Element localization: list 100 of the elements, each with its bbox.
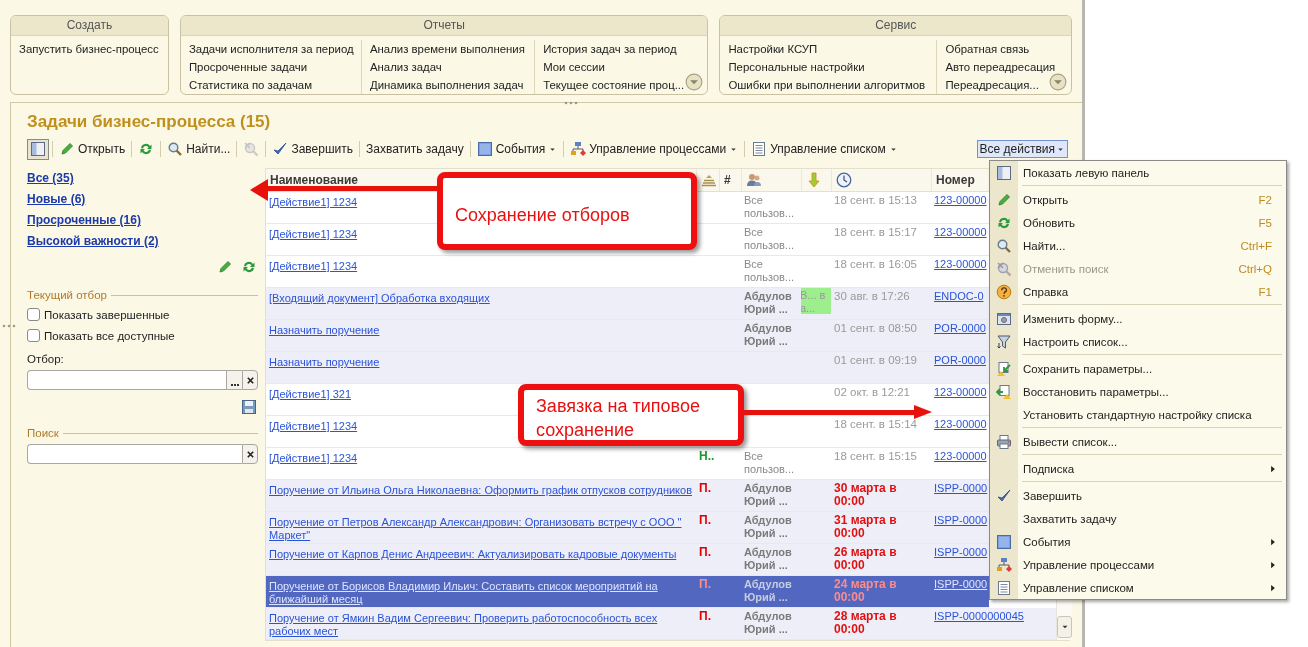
task-link[interactable]: Назначить поручение xyxy=(269,356,380,369)
command-link[interactable]: Просроченные задачи xyxy=(188,58,308,76)
command-link[interactable]: Динамика выполнения задач xyxy=(369,76,524,94)
task-link[interactable]: [Действие1] 321 xyxy=(269,388,351,401)
table-row[interactable]: [Действие1] 1234 Н.. Все пользов... 18 сент. в 15:15 123-00000 xyxy=(266,448,989,480)
toolbar-button[interactable]: Завершить xyxy=(269,138,356,160)
menu-item[interactable]: Установить стандартную настройку списка xyxy=(990,403,1286,426)
toolbar-button[interactable] xyxy=(27,138,49,160)
column-header[interactable]: # xyxy=(724,173,731,187)
filter-link[interactable]: Все (35) xyxy=(27,168,74,189)
number-link[interactable]: POR-0000 xyxy=(934,322,986,334)
number-link[interactable]: 123-00000 xyxy=(934,386,987,398)
number-link[interactable]: 123-00000 xyxy=(934,258,987,270)
command-link[interactable]: Персональные настройки xyxy=(728,58,865,76)
number-link[interactable]: ISPP-0000000045 xyxy=(934,610,1024,622)
task-link[interactable]: Поручение от Ильина Ольга Николаевна: Оформить график отпусков сотрудников xyxy=(269,484,692,497)
menu-item[interactable]: Захватить задачу xyxy=(990,507,1286,530)
task-link[interactable]: [Действие1] 1234 xyxy=(269,260,358,273)
expand-button[interactable] xyxy=(1049,73,1067,91)
number-link[interactable]: ISPP-0000 xyxy=(934,514,988,526)
command-link[interactable]: Статистика по задачам xyxy=(188,76,312,94)
command-link[interactable]: Обратная связь xyxy=(945,40,1030,58)
input-field[interactable] xyxy=(27,444,242,464)
clear-button[interactable] xyxy=(242,444,258,464)
checkbox[interactable]: Показать завершенные xyxy=(27,304,170,325)
chevron-down-icon xyxy=(1049,73,1067,91)
command-link[interactable]: Задачи исполнителя за период xyxy=(188,40,354,58)
date-text: 18 сент. в 15:15 xyxy=(834,450,918,463)
table-row[interactable]: [Входящий документ] Обработка входящих Абдулов Юрий ... В... ва... 30 авг. в 17:26 ENDOC-0 xyxy=(266,288,989,320)
number-link[interactable]: 123-00000 xyxy=(934,194,987,206)
toolbar-button[interactable]: Управление списком xyxy=(748,138,901,160)
table-row[interactable]: Назначить поручение 01 сент. в 09:19 POR-0000 xyxy=(266,352,989,384)
task-link[interactable]: [Действие1] 1234 xyxy=(269,196,358,209)
menu-item[interactable]: Показать левую панель xyxy=(990,161,1286,184)
filter-link[interactable]: Новые (6) xyxy=(27,189,86,210)
command-link[interactable]: История задач за период xyxy=(543,40,677,58)
menu-item[interactable]: Сохранить параметры... xyxy=(990,357,1286,380)
command-link[interactable]: Анализ задач xyxy=(369,58,442,76)
toolbar-button[interactable]: Открыть xyxy=(56,138,129,160)
number-link[interactable]: 123-00000 xyxy=(934,450,987,462)
number-link[interactable]: ISPP-0000 xyxy=(934,578,988,590)
menu-item[interactable]: Подписка xyxy=(990,457,1286,480)
menu-item[interactable]: Открыть F2 xyxy=(990,188,1286,211)
task-link[interactable]: [Действие1] 1234 xyxy=(269,452,358,465)
menu-item[interactable]: Найти... Ctrl+F xyxy=(990,234,1286,257)
menu-item[interactable]: Изменить форму... xyxy=(990,307,1286,330)
table-row[interactable]: Поручение от Борисов Владимир Ильич: Составить список мероприятий на ближайший месяц П. Абдулов Юрий ... 24 марта в 00:00 ISPP-0000 xyxy=(266,576,989,608)
task-link[interactable]: Поручение от Борисов Владимир Ильич: Составить список мероприятий на ближайший месяц xyxy=(269,580,693,606)
expand-button[interactable] xyxy=(685,73,704,91)
command-link[interactable]: Ошибки при выполнении алгоритмов xyxy=(728,76,926,94)
toolbar-button[interactable]: Захватить задачу xyxy=(363,138,467,160)
table-row[interactable]: Поручение от Карпов Денис Андреевич: Актуализировать кадровые документы П. Абдулов Юрий ... 26 марта в 00:00 ISPP-0000 xyxy=(266,544,989,576)
number-link[interactable]: ISPP-0000 xyxy=(934,546,988,558)
select-button[interactable] xyxy=(226,370,242,390)
table-row[interactable]: Поручение от Ильина Ольга Николаевна: Оформить график отпусков сотрудников П. Абдулов Юрий ... 30 марта в 00:00 ISPP-0000 xyxy=(266,480,989,512)
task-link[interactable]: Поручение от Карпов Денис Андреевич: Актуализировать кадровые документы xyxy=(269,548,677,561)
number-link[interactable]: 123-00000 xyxy=(934,418,987,430)
task-link[interactable]: [Входящий документ] Обработка входящих xyxy=(269,292,490,305)
command-link[interactable]: Мои сессии xyxy=(543,58,605,76)
task-link[interactable]: Назначить поручение xyxy=(269,324,380,337)
toolbar-button[interactable]: Управление процессами xyxy=(567,138,742,160)
toolbar-button[interactable]: Найти... xyxy=(164,138,234,160)
task-link[interactable]: Поручение от Петров Александр Александрович: Организовать встречу с ООО " Маркет" xyxy=(269,516,693,542)
menu-item[interactable]: Управление списком xyxy=(990,576,1286,599)
command-link[interactable]: Настройки КСУП xyxy=(728,40,818,58)
all-actions-button[interactable]: Все действия xyxy=(976,140,1068,158)
section-title: Текущий отбор xyxy=(27,289,107,301)
number-link[interactable]: ISPP-0000 xyxy=(934,482,988,494)
edit-button[interactable] xyxy=(216,258,234,276)
menu-item[interactable]: Завершить xyxy=(990,484,1286,507)
command-link[interactable]: Текущее состояние проц... xyxy=(543,76,685,94)
column-header[interactable]: Номер xyxy=(936,173,975,187)
filter-link[interactable]: Высокой важности (2) xyxy=(27,231,159,252)
filter-link[interactable]: Просроченные (16) xyxy=(27,210,141,231)
input-field[interactable] xyxy=(27,370,226,390)
command-link[interactable]: Запустить бизнес-процесс xyxy=(19,40,159,58)
menu-item[interactable]: Обновить F5 xyxy=(990,211,1286,234)
save-button[interactable] xyxy=(240,398,258,416)
task-link[interactable]: Поручение от Ямкин Вадим Сергеевич: Проверить работоспособность всех рабочих мест xyxy=(269,612,693,638)
command-link[interactable]: Переадресация... xyxy=(945,76,1039,94)
column-header[interactable]: Наименование xyxy=(270,173,359,187)
menu-item[interactable]: События xyxy=(990,530,1286,553)
task-link[interactable]: [Действие1] 1234 xyxy=(269,420,358,433)
number-link[interactable]: ENDOC-0 xyxy=(934,290,984,302)
menu-item[interactable]: Настроить список... xyxy=(990,330,1286,353)
menu-item[interactable]: Вывести список... xyxy=(990,430,1286,453)
menu-item[interactable]: Восстановить параметры... xyxy=(990,380,1286,403)
clear-button[interactable] xyxy=(242,370,258,390)
table-row[interactable]: Назначить поручение Абдулов Юрий ... 01 сент. в 08:50 POR-0000 xyxy=(266,320,989,352)
menu-item[interactable]: Справка F1 xyxy=(990,280,1286,303)
menu-item[interactable]: Управление процессами xyxy=(990,553,1286,576)
table-row[interactable]: Поручение от Ямкин Вадим Сергеевич: Проверить работоспособность всех рабочих мест П. Абдулов Юрий ... 28 марта в 00:00 ISPP-0000000045 xyxy=(266,608,1056,640)
command-link[interactable]: Анализ времени выполнения xyxy=(369,40,525,58)
toolbar-button[interactable]: События xyxy=(473,138,561,160)
task-link[interactable]: [Действие1] 1234 xyxy=(269,228,358,241)
command-link[interactable]: Авто переадресация xyxy=(945,58,1056,76)
number-link[interactable]: POR-0000 xyxy=(934,354,986,366)
checkbox[interactable]: Показать все доступные xyxy=(27,325,175,346)
table-row[interactable]: Поручение от Петров Александр Александрович: Организовать встречу с ООО " Маркет" П. Абдулов Юрий ... 31 марта в 00:00 ISPP-0000 xyxy=(266,512,989,544)
number-link[interactable]: 123-00000 xyxy=(934,226,987,238)
